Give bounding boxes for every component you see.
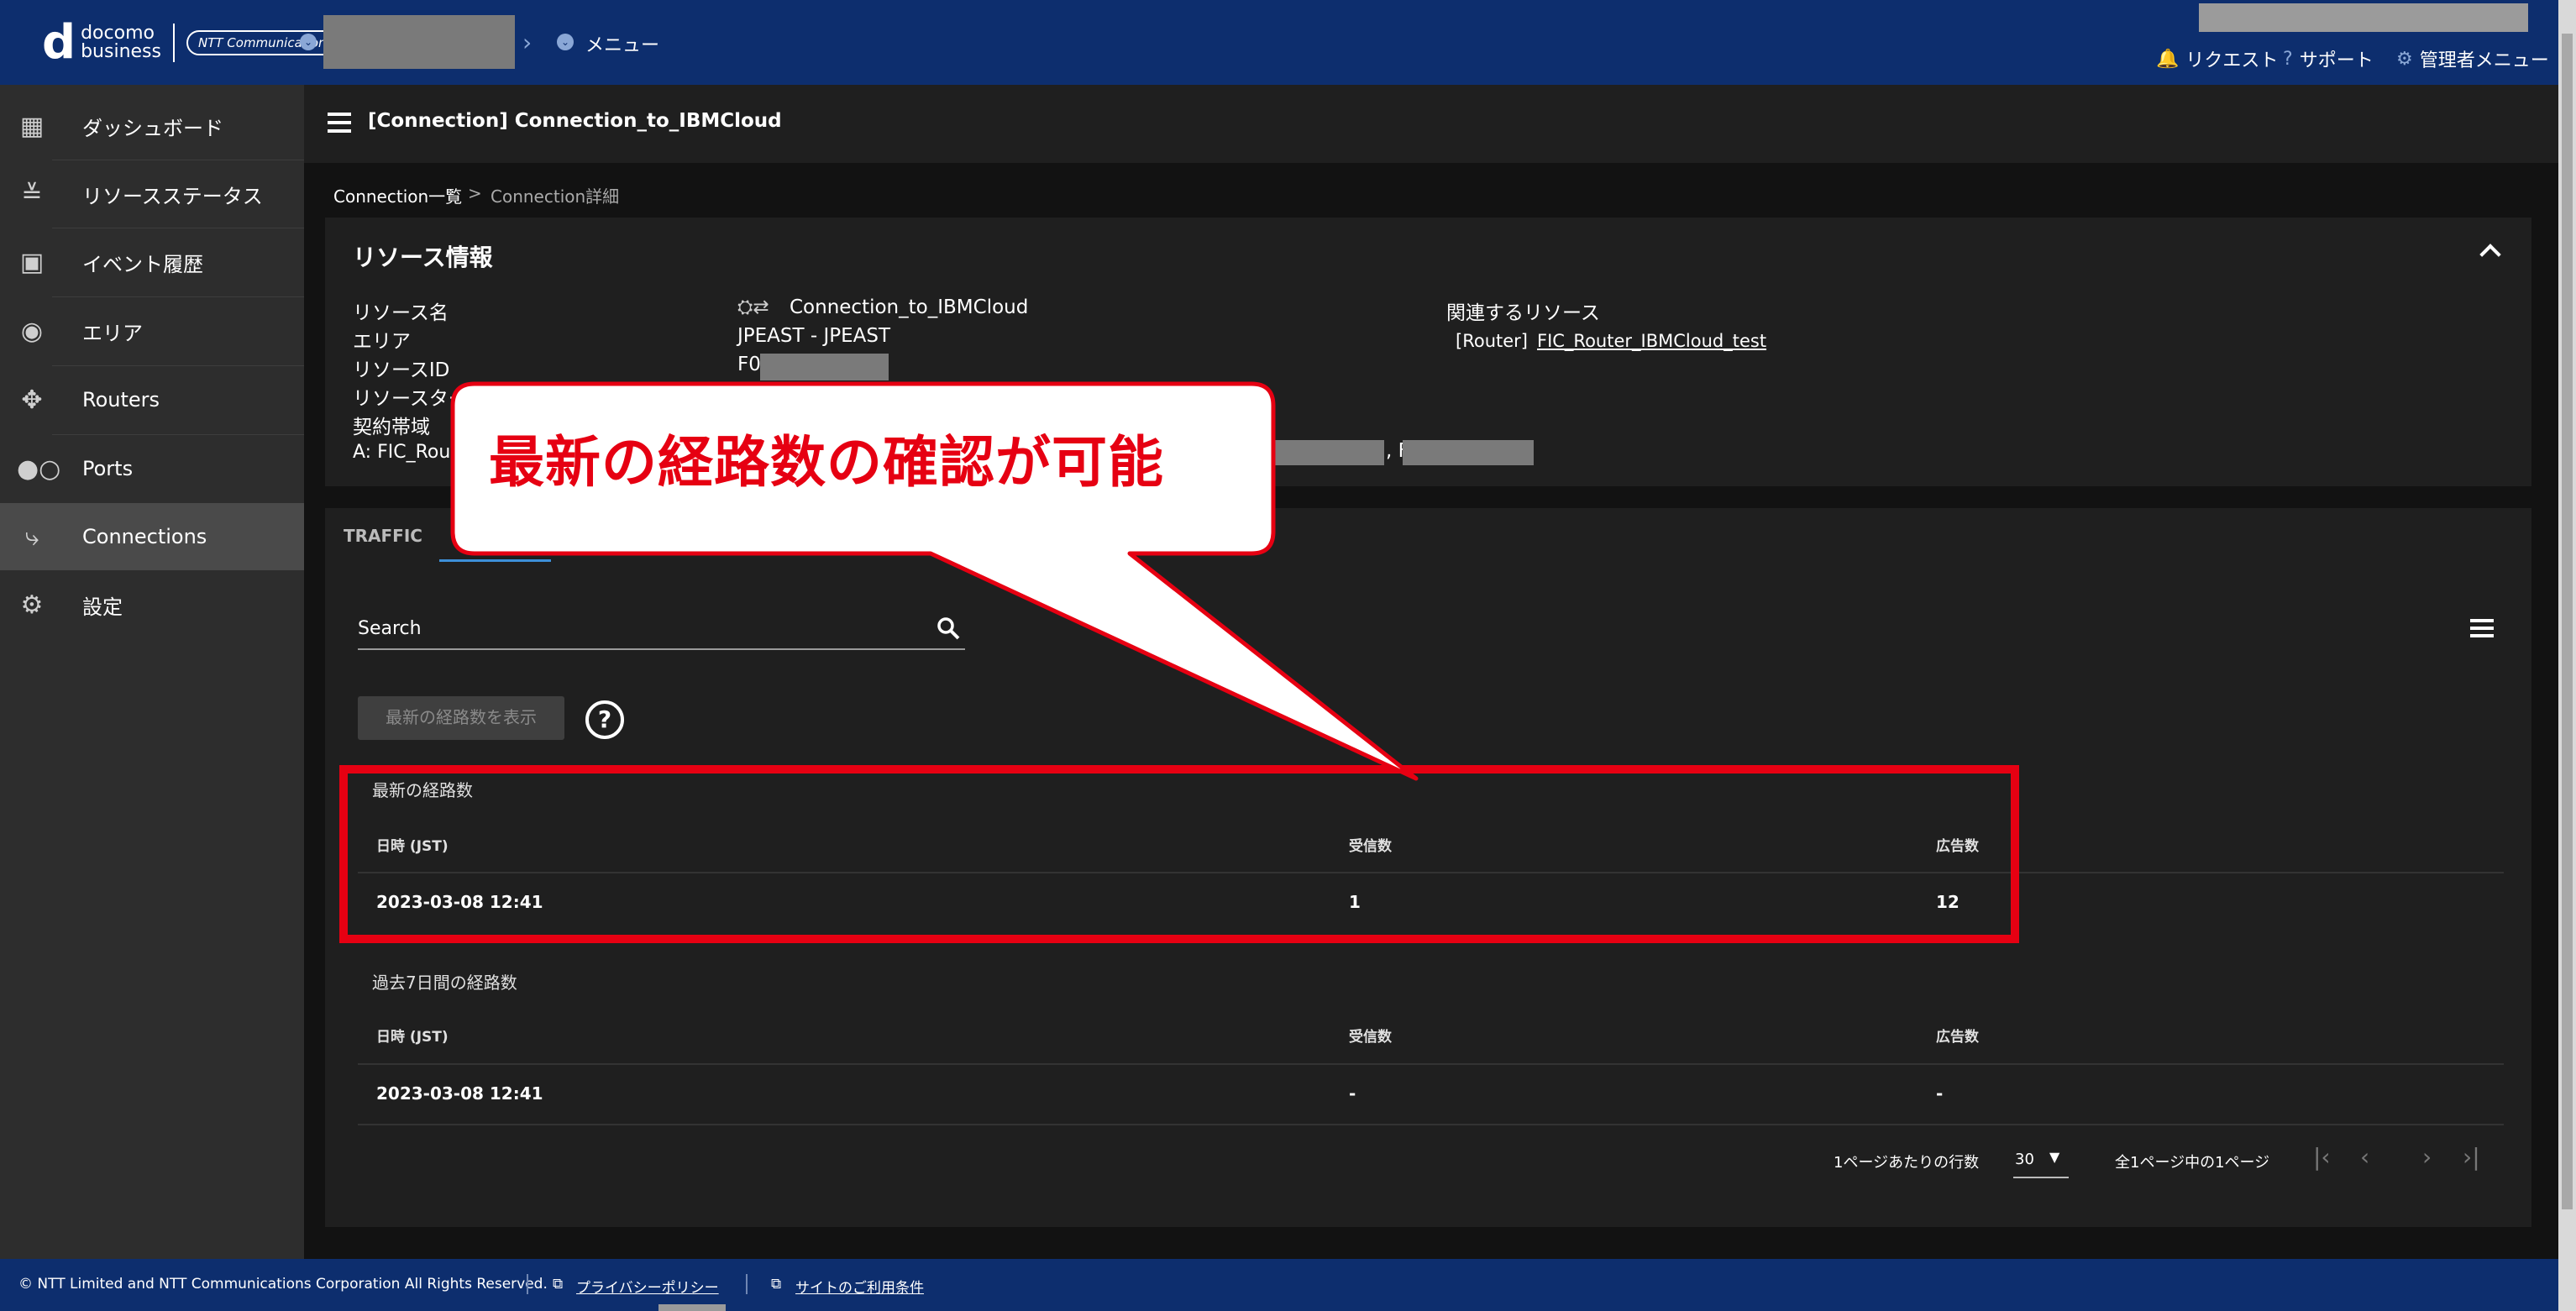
- callout-bubble: [450, 381, 1419, 781]
- external-link-icon: ⧉: [771, 1276, 782, 1293]
- copyright-text: © NTT Limited and NTT Communications Cor…: [18, 1276, 548, 1293]
- callout-text: 最新の経路数の確認が可能: [489, 430, 1164, 495]
- external-link-icon: ⧉: [553, 1276, 564, 1293]
- footer-divider: [527, 1274, 528, 1294]
- privacy-policy-link[interactable]: プライバシーポリシー: [576, 1276, 719, 1297]
- footer-divider: [746, 1274, 748, 1294]
- terms-link[interactable]: サイトのご利用条件: [795, 1276, 924, 1297]
- horizontal-scrollbar-thumb[interactable]: [658, 1304, 726, 1311]
- footer: © NTT Limited and NTT Communications Cor…: [0, 1259, 2558, 1311]
